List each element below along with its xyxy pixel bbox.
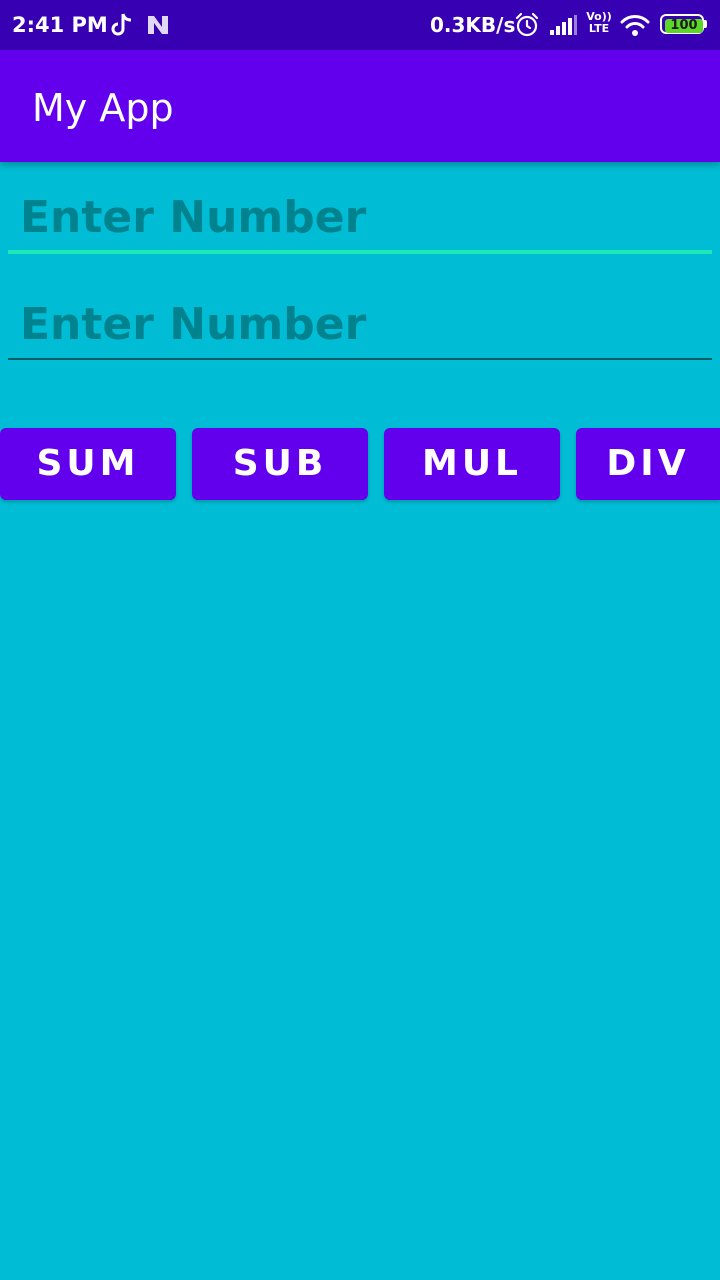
div-button[interactable]: DIV — [576, 428, 720, 500]
status-bar: 2:41 PM 0.3KB/s Vo)) LTE 100 — [0, 0, 720, 50]
status-time: 2:41 PM — [12, 13, 108, 37]
mul-button[interactable]: MUL — [384, 428, 560, 500]
sum-button[interactable]: SUM — [0, 428, 176, 500]
alarm-icon — [515, 12, 539, 37]
volte-bottom-label: LTE — [588, 22, 610, 35]
battery-icon: 100 — [660, 14, 708, 36]
app-bar: My App — [0, 50, 720, 162]
signal-icon — [550, 15, 577, 35]
battery-shell: 100 — [660, 14, 704, 34]
n-icon — [148, 16, 168, 34]
first-number-field[interactable] — [8, 184, 712, 254]
second-number-input[interactable] — [8, 290, 712, 358]
sub-button[interactable]: SUB — [192, 428, 368, 500]
tiktok-icon — [111, 13, 132, 36]
second-number-field[interactable] — [8, 290, 712, 360]
first-number-input[interactable] — [8, 184, 712, 250]
volte-icon: Vo)) LTE — [585, 11, 613, 39]
app-title: My App — [32, 86, 174, 130]
net-speed: 0.3KB/s — [430, 13, 516, 37]
battery-level: 100 — [665, 19, 703, 33]
wifi-icon — [620, 15, 650, 36]
battery-tip — [704, 20, 707, 28]
